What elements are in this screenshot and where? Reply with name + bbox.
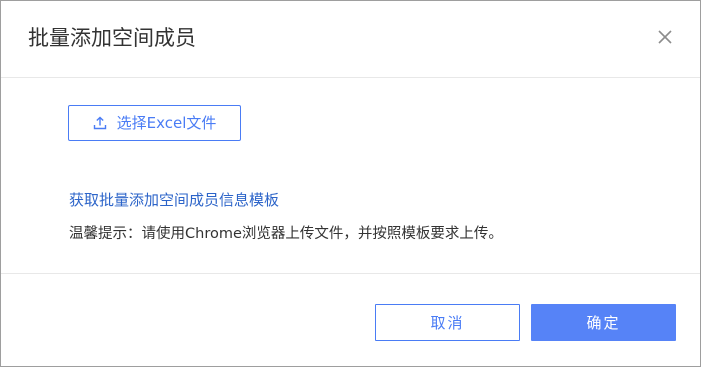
dialog-title: 批量添加空间成员 [28,26,196,50]
select-excel-file-label: 选择Excel文件 [116,114,217,132]
confirm-button[interactable]: 确定 [531,304,676,341]
dialog-header: 批量添加空间成员 [1,1,700,78]
close-button[interactable] [656,28,674,46]
upload-tip-text: 温馨提示：请使用Chrome浏览器上传文件，并按照模板要求上传。 [69,226,503,242]
batch-add-members-dialog: 批量添加空间成员 选择Excel文件 获取批量添加空间成员信息模板 温馨提示：请… [0,0,701,367]
cancel-button[interactable]: 取消 [375,304,520,341]
upload-icon [93,116,106,130]
download-template-link[interactable]: 获取批量添加空间成员信息模板 [69,189,279,211]
footer-divider [1,273,700,274]
select-excel-file-button[interactable]: 选择Excel文件 [68,105,241,141]
close-icon [658,30,672,44]
